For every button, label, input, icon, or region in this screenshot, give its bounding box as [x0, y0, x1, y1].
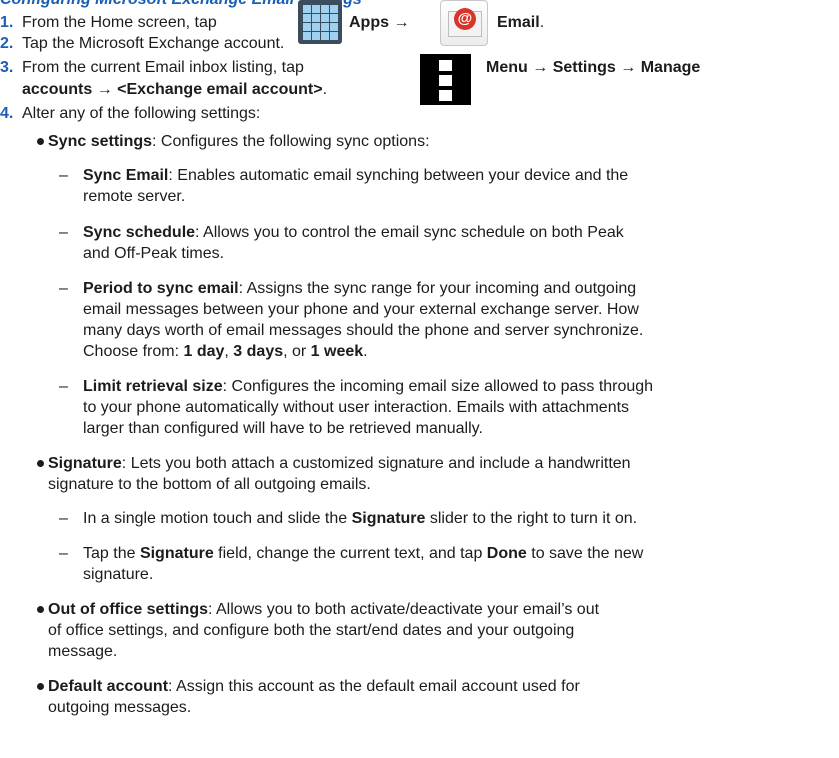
manage-label: Manage	[640, 59, 701, 76]
step-text: Tap the Microsoft Exchange account.	[22, 35, 285, 52]
sync-schedule-option: – Sync schedule: Allows you to control t…	[59, 222, 624, 264]
step-1-apps: Apps →	[349, 12, 409, 33]
setting-desc: message.	[48, 643, 118, 660]
option-title: Period to sync email	[83, 280, 239, 297]
option-desc: : Enables automatic email synching betwe…	[168, 167, 629, 184]
step-text: From the current Email inbox listing, ta…	[22, 59, 304, 76]
bullet-icon	[37, 606, 44, 613]
setting-desc: : Assign this account as the default ema…	[168, 678, 580, 695]
arrow: →	[393, 14, 410, 31]
exchange-account-label: <Exchange email account>	[117, 81, 323, 98]
default-account-item: Default account: Assign this account as …	[37, 676, 580, 718]
step-1-email: Email.	[497, 12, 544, 33]
settings-label: Settings	[552, 59, 616, 76]
option-desc: : Assigns the sync range for your incomi…	[238, 280, 637, 297]
step-2: 2. Tap the Microsoft Exchange account.	[0, 33, 284, 54]
email-label: Email	[497, 14, 540, 31]
dash-icon: –	[59, 224, 68, 241]
option-title: Limit retrieval size	[83, 378, 223, 395]
setting-desc: : Lets you both attach a customized sign…	[121, 455, 631, 472]
setting-desc: signature to the bottom of all outgoing …	[48, 476, 371, 493]
arrow: →	[532, 59, 549, 76]
bullet-icon	[37, 138, 44, 145]
apps-grid-icon	[298, 0, 342, 44]
apps-label: Apps	[349, 14, 389, 31]
step-3-line-2: accounts → <Exchange email account>.	[22, 79, 327, 100]
separator: ,	[224, 343, 234, 360]
dash-icon: –	[59, 167, 68, 184]
setting-desc: : Allows you to both activate/deactivate…	[208, 601, 600, 618]
step-text: Alter any of the following settings:	[22, 105, 261, 122]
setting-title: Sync settings	[48, 133, 153, 150]
step-text: From the Home screen, tap	[22, 14, 217, 31]
option-desc: larger than configured will have to be r…	[83, 420, 483, 437]
setting-desc: : Configures the following sync options:	[152, 133, 430, 150]
option-desc: email messages between your phone and yo…	[83, 301, 639, 318]
option-desc: : Configures the incoming email size all…	[222, 378, 654, 395]
step-number: 2.	[0, 35, 14, 52]
done-label: Done	[486, 545, 527, 562]
setting-desc: outgoing messages.	[48, 699, 192, 716]
choice-3-days: 3 days	[233, 343, 284, 360]
dash-icon: –	[59, 378, 68, 395]
step-1: 1. From the Home screen, tap	[0, 12, 217, 33]
separator: , or	[283, 343, 311, 360]
period: .	[322, 81, 328, 98]
option-desc: Choose from:	[83, 343, 184, 360]
limit-retrieval-option: – Limit retrieval size: Configures the i…	[59, 376, 654, 439]
option-desc: remote server.	[83, 188, 186, 205]
setting-desc: of office settings, and configure both t…	[48, 622, 575, 639]
sub-text: to save the new	[526, 545, 644, 562]
option-desc: many days worth of email messages should…	[83, 322, 644, 339]
step-3-path: Menu → Settings → Manage	[486, 57, 700, 78]
step-number: 1.	[0, 14, 14, 31]
instruction-page: Configuring Microsoft Exchange Email Set…	[0, 0, 839, 758]
option-title: Sync schedule	[83, 224, 196, 241]
signature-item: Signature: Lets you both attach a custom…	[37, 453, 631, 495]
period: .	[539, 14, 545, 31]
choice-1-week: 1 week	[310, 343, 364, 360]
bullet-icon	[37, 460, 44, 467]
sub-text: Tap the	[83, 545, 140, 562]
dash-icon: –	[59, 280, 68, 297]
arrow: →	[96, 81, 113, 98]
dash-icon: –	[59, 545, 68, 562]
bullet-icon	[37, 683, 44, 690]
sub-text: slider to the right to turn it on.	[425, 510, 638, 527]
choice-1-day: 1 day	[183, 343, 225, 360]
signature-label: Signature	[351, 510, 426, 527]
step-3: 3. From the current Email inbox listing, …	[0, 57, 304, 78]
signature-sub-2: – Tap the Signature field, change the cu…	[59, 543, 644, 585]
menu-icon	[420, 54, 471, 105]
step-number: 3.	[0, 59, 14, 76]
sub-text: In a single motion touch and slide the	[83, 510, 352, 527]
option-title: Sync Email	[83, 167, 169, 184]
email-icon: @	[440, 0, 488, 46]
sub-text: field, change the current text, and tap	[213, 545, 487, 562]
signature-sub-1: – In a single motion touch and slide the…	[59, 508, 638, 529]
arrow: →	[620, 59, 637, 76]
period: .	[363, 343, 368, 360]
signature-label: Signature	[139, 545, 214, 562]
sync-settings-item: Sync settings: Configures the following …	[37, 131, 430, 152]
accounts-label: accounts	[22, 81, 93, 98]
step-4: 4. Alter any of the following settings:	[0, 103, 260, 124]
sub-text: signature.	[83, 566, 154, 583]
option-desc: and Off-Peak times.	[83, 245, 225, 262]
period-to-sync-option: – Period to sync email: Assigns the sync…	[59, 278, 644, 362]
menu-label: Menu	[486, 59, 528, 76]
setting-title: Default account	[48, 678, 169, 695]
option-desc: : Allows you to control the email sync s…	[195, 224, 624, 241]
out-of-office-item: Out of office settings: Allows you to bo…	[37, 599, 600, 662]
setting-title: Out of office settings	[48, 601, 208, 618]
option-desc: to your phone automatically without user…	[83, 399, 630, 416]
dash-icon: –	[59, 510, 68, 527]
step-number: 4.	[0, 105, 14, 122]
sync-email-option: – Sync Email: Enables automatic email sy…	[59, 165, 629, 207]
setting-title: Signature	[48, 455, 122, 472]
